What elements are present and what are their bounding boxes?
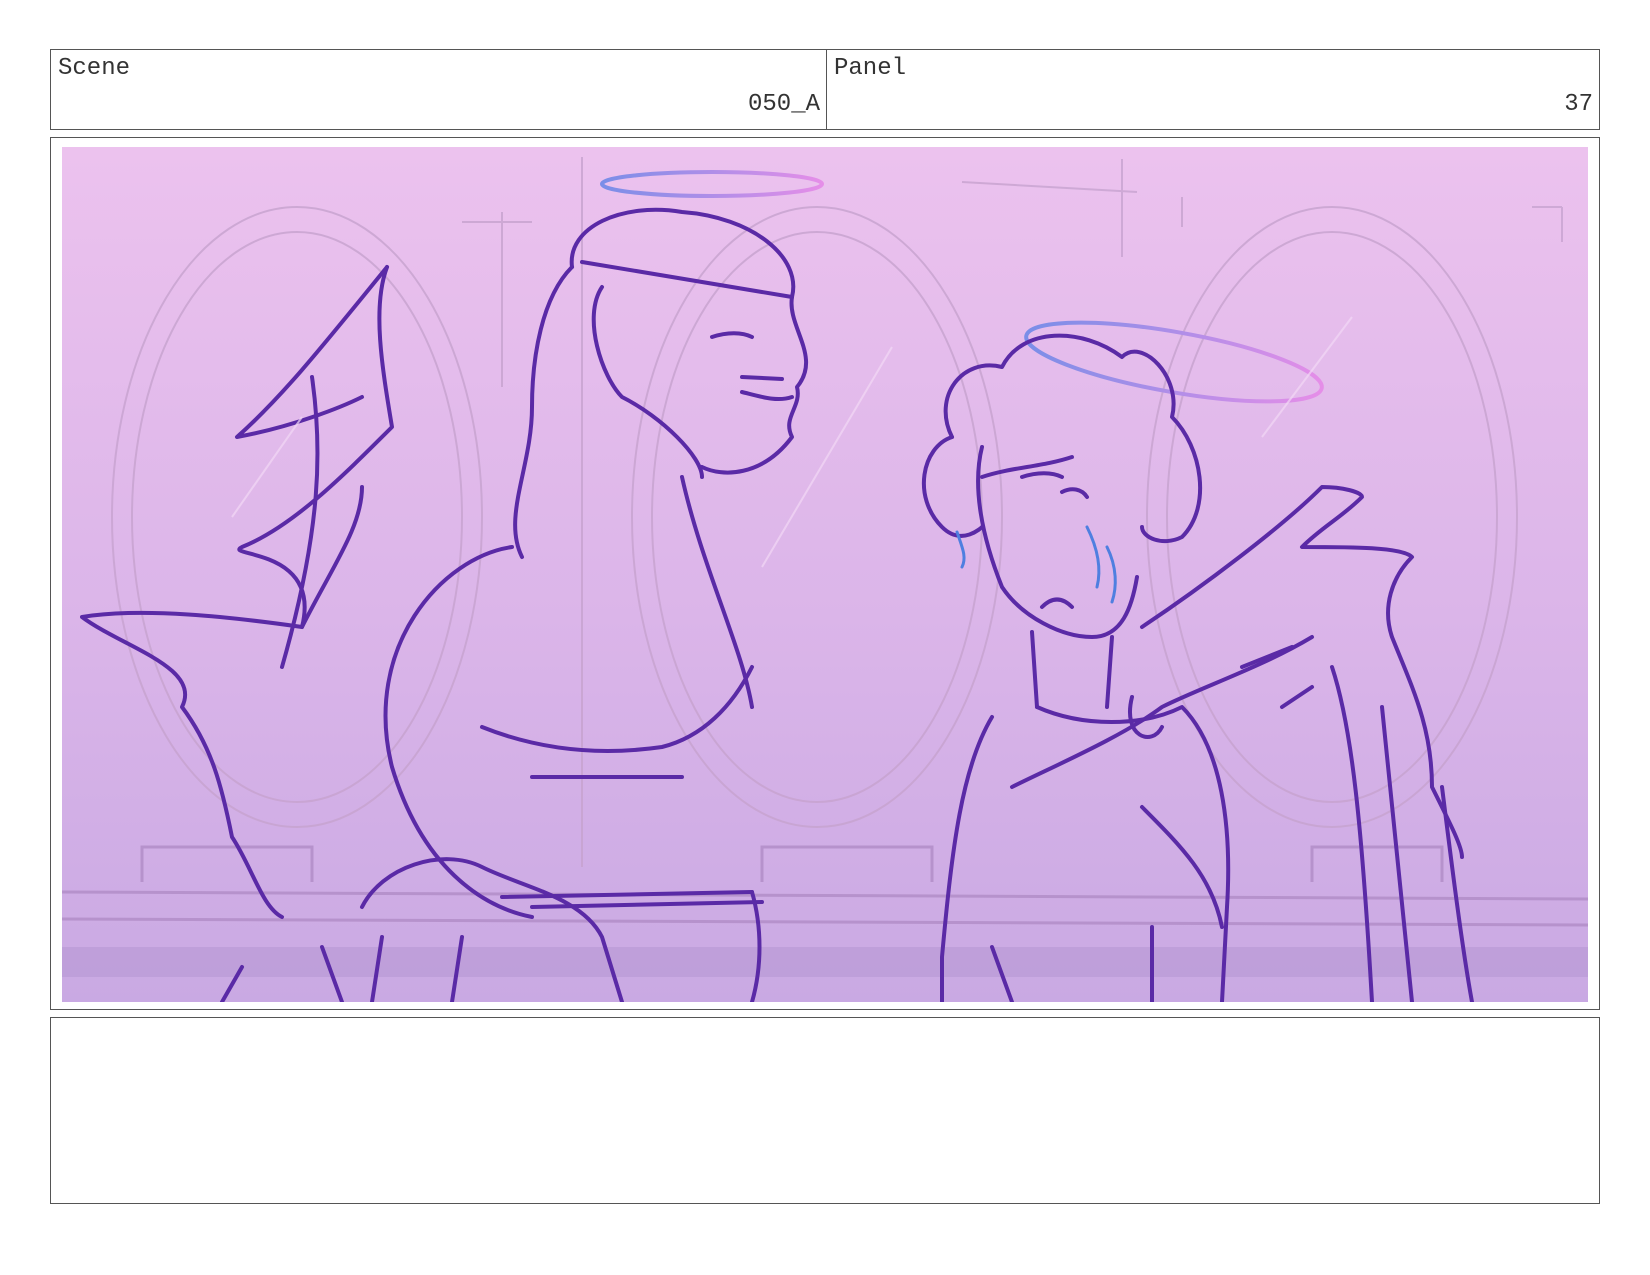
scene-label: Scene — [58, 55, 131, 82]
action-notes — [50, 1017, 1600, 1204]
storyboard-header: Scene 050_A Panel 37 — [50, 49, 1600, 130]
panel-number: 37 — [1564, 91, 1593, 118]
panel-illustration — [62, 147, 1588, 1002]
scene-cell: Scene 050_A — [51, 50, 827, 129]
scene-number: 050_A — [747, 91, 820, 118]
angels-sketch — [62, 157, 1588, 1002]
light-streaks — [231, 316, 1353, 568]
panel-cell: Panel 37 — [827, 50, 1599, 129]
panel-label: Panel — [834, 55, 907, 82]
storyboard-frame — [50, 137, 1600, 1010]
background-railing — [62, 845, 1588, 927]
